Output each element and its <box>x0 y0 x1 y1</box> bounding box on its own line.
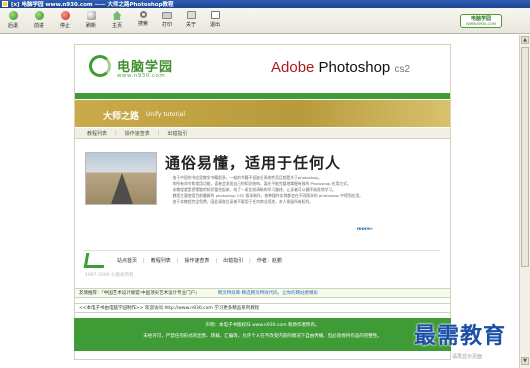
exit-button[interactable]: 退出 <box>204 10 226 32</box>
page-footer: 声明：本电子书版权归 www.n930.com 和原作者所有。 未经许可，严禁任… <box>74 318 451 351</box>
search-button[interactable]: 搜索 <box>132 10 154 32</box>
nav-separator: | <box>176 257 179 264</box>
product-name: Photoshop <box>318 59 391 76</box>
browser-toolbar: 后退 前进 停止 刷新 主页 搜索 打印 关于 退出 <box>0 8 530 34</box>
nav-separator: | <box>143 257 145 264</box>
scroll-down-icon[interactable]: ▼ <box>521 357 529 365</box>
recommend-left-link[interactable]: 友情推荐：『中国艺术设计联盟·中国顶尖艺术设计专业门户』 <box>79 290 200 296</box>
intro-line: 由于本教程完全免费，因此请各位读者不要用于任何商业用途，本人保留所有权利。 <box>165 199 314 204</box>
print-icon <box>162 12 172 19</box>
about-button[interactable]: 关于 <box>180 10 202 32</box>
stop-label: 停止 <box>59 23 70 29</box>
toolbar-site-logo[interactable]: 电脑学园 WWW.N930.COM <box>460 14 502 28</box>
stop-icon <box>60 11 70 20</box>
app-icon <box>2 1 8 7</box>
nav-home-link[interactable]: 站点首页 <box>117 257 137 264</box>
nav-author: 作者：赵鹏 <box>256 258 282 264</box>
section-tabs: 教程列表 | 操作速查表 | 出错指引 <box>75 128 450 139</box>
nav-separator: | <box>249 257 251 264</box>
product-title: Adobe Photoshop cs2 <box>271 59 410 76</box>
product-version: cs2 <box>394 64 411 75</box>
watermark-text: 最需教育 <box>414 323 507 349</box>
tab-separator: | <box>157 130 160 136</box>
intro-paragraph: 由于中国的书店里教学书籍很多，一般的书籍不但缺乏系统性而且都是关于photosh… <box>165 175 427 205</box>
notice-bar: <<本电子书由电脑学园制作>> 欢迎访问 http://www.n930.com… <box>74 303 451 313</box>
tab-error-guide[interactable]: 出错指引 <box>167 130 187 137</box>
road-photo <box>85 152 157 205</box>
bottom-nav: 站点首页 | 教程列表 | 操作速查表 | 出错指引 | 作者：赵鹏 <box>83 250 440 270</box>
copyright-text: 1997-2006 ©版权所有 <box>85 273 134 278</box>
refresh-icon <box>86 11 96 20</box>
window-title: [x] 电脑学园 www.n930.com —— 大师之路Photoshop教程 <box>11 2 174 8</box>
home-label: 主页 <box>111 23 122 29</box>
refresh-button[interactable]: 刷新 <box>80 10 102 32</box>
road-surface <box>110 173 134 204</box>
exit-label: 退出 <box>209 22 220 28</box>
vertical-scrollbar[interactable]: ▲ ▼ <box>519 35 530 368</box>
nav-logo-icon <box>83 253 107 268</box>
back-icon <box>8 11 18 20</box>
search-icon <box>139 11 147 18</box>
green-divider <box>75 93 450 99</box>
about-label: 关于 <box>185 22 196 28</box>
site-logo-icon <box>89 55 111 77</box>
tab-separator: | <box>115 130 117 136</box>
scroll-thumb[interactable] <box>521 47 529 267</box>
nav-error-guide-link[interactable]: 出错指引 <box>223 257 243 264</box>
scroll-up-icon[interactable]: ▲ <box>521 36 529 44</box>
nav-quick-reference-link[interactable]: 操作速查表 <box>184 257 209 264</box>
about-icon <box>186 11 196 19</box>
section-subtitle: Unify tutorial <box>146 111 185 118</box>
intro-headline: 通俗易懂，适用于任何人 <box>165 154 342 172</box>
stop-button[interactable]: 停止 <box>54 10 76 32</box>
nav-tutorial-list-link[interactable]: 教程列表 <box>151 257 171 264</box>
home-icon <box>112 11 122 20</box>
more-link[interactable]: more» <box>357 227 373 232</box>
toolbar-logo-url: WWW.N930.COM <box>466 21 496 26</box>
forward-label: 前进 <box>33 23 44 29</box>
section-title: 大师之路 <box>103 112 140 122</box>
nav-separator: | <box>215 257 218 264</box>
page-header: 电脑学园 www.n930.com Adobe Photoshop cs2 <box>75 45 450 91</box>
product-brand: Adobe <box>271 59 315 76</box>
tab-quick-reference[interactable]: 操作速查表 <box>125 130 150 137</box>
footer-statement: 声明：本电子书版权归 www.n930.com 和原作者所有。 <box>205 323 320 328</box>
exit-icon <box>210 11 220 19</box>
tab-tutorial-list[interactable]: 教程列表 <box>87 130 107 137</box>
site-url: www.n930.com <box>117 73 166 79</box>
refresh-label: 刷新 <box>85 23 96 29</box>
forward-button[interactable]: 前进 <box>28 10 50 32</box>
print-button[interactable]: 打印 <box>156 10 178 32</box>
back-button[interactable]: 后退 <box>2 10 24 32</box>
recommend-right-link[interactable]: 网页特效库·精选网页特效代码，让你的网站更精彩 <box>218 290 318 296</box>
search-label: 搜索 <box>137 21 148 27</box>
forward-icon <box>34 11 44 20</box>
window-title-bar: [x] 电脑学园 www.n930.com —— 大师之路Photoshop教程 <box>0 0 530 8</box>
back-label: 后退 <box>7 23 18 29</box>
recommend-bar: 友情推荐：『中国艺术设计联盟·中国顶尖艺术设计专业门户』 网页特效库·精选网页特… <box>74 288 451 298</box>
home-button[interactable]: 主页 <box>106 10 128 32</box>
print-label: 打印 <box>161 22 172 28</box>
watermark-subtext: 请再显示页面 <box>452 354 483 360</box>
footer-license: 未经许可，严禁任何形式的出售、转载、汇编等，允许个人在不改变内容的情况下自由传播… <box>143 334 382 339</box>
